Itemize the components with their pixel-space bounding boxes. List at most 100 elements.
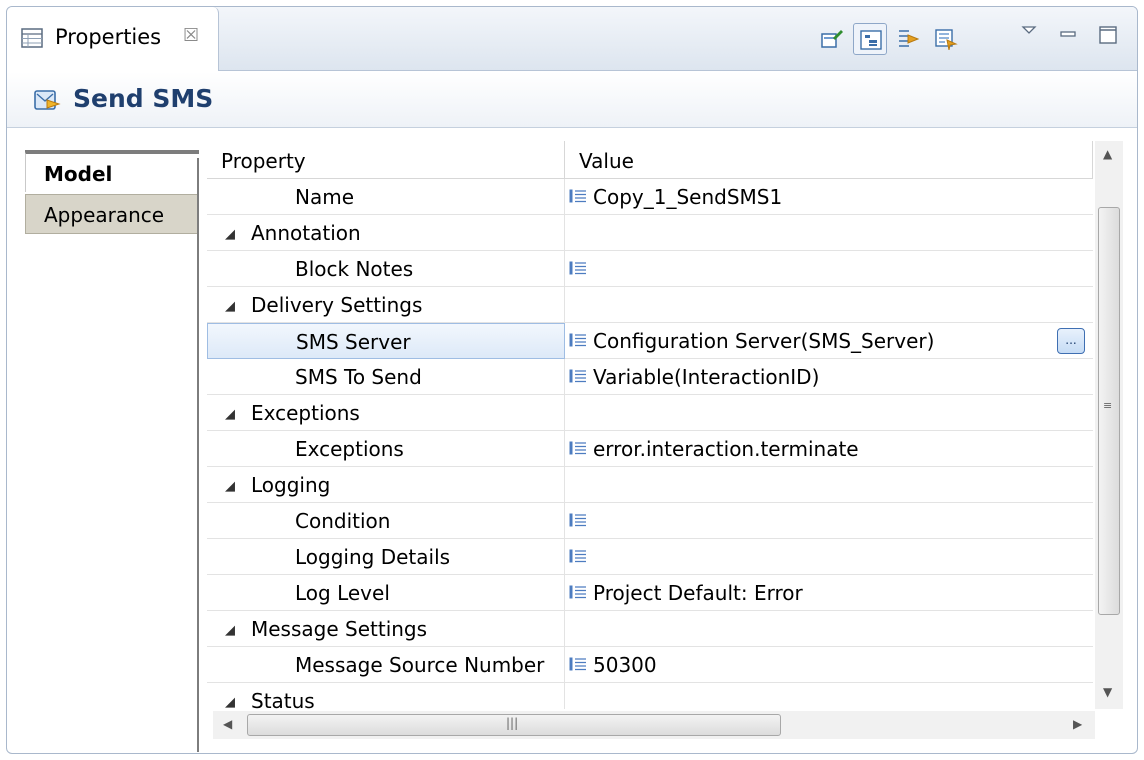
property-value-cell[interactable]: Configuration Server(SMS_Server) (569, 323, 1093, 359)
scroll-down-icon[interactable]: ▼ (1103, 685, 1112, 699)
property-name-cell[interactable]: Log Level (207, 575, 565, 611)
property-value: 50300 (593, 653, 657, 677)
tab-model[interactable]: Model (25, 152, 199, 192)
view-menu-button[interactable] (1015, 19, 1045, 49)
property-value-cell[interactable] (569, 611, 1093, 647)
maximize-button[interactable] (1093, 19, 1123, 49)
property-value-cell[interactable] (569, 539, 1093, 575)
property-value-cell[interactable]: Copy_1_SendSMS1 (569, 179, 1093, 215)
property-label: Log Level (295, 581, 390, 605)
text-value-icon (569, 585, 586, 599)
property-name-cell[interactable]: Logging Details (207, 539, 565, 575)
property-value-cell[interactable]: 50300 (569, 647, 1093, 683)
property-group-row[interactable]: ◢ Logging (207, 467, 1093, 503)
property-name-cell[interactable]: Message Source Number (207, 647, 565, 683)
horizontal-scroll-thumb[interactable]: ||| (247, 714, 781, 736)
property-row[interactable]: Name Copy_1_SendSMS1 (207, 179, 1093, 215)
property-value-cell[interactable] (569, 395, 1093, 431)
tab-appearance[interactable]: Appearance (25, 194, 199, 234)
property-row[interactable]: Log Level Project Default: Error (207, 575, 1093, 611)
property-label: Status (251, 689, 315, 709)
scroll-left-icon[interactable]: ◀ (223, 717, 232, 731)
text-value-icon (569, 261, 586, 275)
pin-edit-button[interactable] (815, 23, 849, 55)
property-value-cell[interactable]: Variable(InteractionID) (569, 359, 1093, 395)
expand-triangle-icon[interactable]: ◢ (225, 227, 241, 242)
properties-table-icon (21, 28, 43, 48)
horizontal-grip-icon: ||| (506, 716, 519, 730)
property-name-cell[interactable]: ◢ Logging (207, 467, 565, 503)
property-label: Exceptions (251, 401, 360, 425)
properties-tab[interactable]: Properties ☒ (7, 7, 219, 71)
property-label: Name (295, 185, 355, 209)
property-group-row[interactable]: ◢ Exceptions (207, 395, 1093, 431)
minimize-button[interactable] (1053, 19, 1083, 49)
property-row[interactable]: SMS Server Configuration Server(SMS_Serve… (207, 323, 1093, 359)
property-name-cell[interactable]: ◢ Delivery Settings (207, 287, 565, 323)
show-advanced-icon (899, 30, 920, 47)
maximize-icon (1099, 26, 1117, 44)
property-value-cell[interactable] (569, 683, 1093, 709)
property-group-row[interactable]: ◢ Annotation (207, 215, 1093, 251)
property-value-cell[interactable] (569, 251, 1093, 287)
column-header-value[interactable]: Value (565, 141, 1093, 179)
minimize-icon (1060, 31, 1076, 37)
property-name-cell[interactable]: ◢ Status (207, 683, 565, 709)
tab-divider (197, 158, 199, 752)
property-name-cell[interactable]: SMS Server (207, 323, 565, 359)
view-tab-bar: Properties ☒ (7, 7, 1137, 71)
property-row[interactable]: Exceptions error.interaction.terminate (207, 431, 1093, 467)
property-row[interactable]: SMS To Send Variable(InteractionID) (207, 359, 1093, 395)
property-value-cell[interactable] (569, 467, 1093, 503)
horizontal-scrollbar[interactable]: ◀ ||| ▶ (213, 711, 1095, 739)
restore-defaults-button[interactable] (929, 23, 963, 55)
property-group-row[interactable]: ◢ Status (207, 683, 1093, 709)
property-name-cell[interactable]: Condition (207, 503, 565, 539)
property-row[interactable]: Condition (207, 503, 1093, 539)
close-icon[interactable]: ☒ (183, 25, 199, 46)
property-row[interactable]: Block Notes (207, 251, 1093, 287)
scroll-right-icon[interactable]: ▶ (1073, 717, 1082, 731)
expand-triangle-icon[interactable]: ◢ (225, 695, 241, 709)
property-name-cell[interactable]: Block Notes (207, 251, 565, 287)
send-sms-block-icon (34, 90, 61, 110)
show-categories-button[interactable] (853, 23, 887, 55)
scroll-up-icon[interactable]: ▲ (1103, 147, 1112, 161)
tab-strip-top (25, 128, 199, 152)
property-group-row[interactable]: ◢ Delivery Settings (207, 287, 1093, 323)
property-value-cell[interactable]: Project Default: Error (569, 575, 1093, 611)
expand-triangle-icon[interactable]: ◢ (225, 407, 241, 422)
browse-button[interactable]: ... (1057, 328, 1085, 354)
property-value: Copy_1_SendSMS1 (593, 185, 783, 209)
text-value-icon (569, 549, 586, 563)
property-label: Message Settings (251, 617, 428, 641)
expand-triangle-icon[interactable]: ◢ (225, 623, 241, 638)
vertical-scrollbar[interactable]: ▲ ≡ ▼ (1095, 141, 1123, 709)
property-value: Configuration Server(SMS_Server) (593, 329, 935, 353)
vertical-grip-icon: ≡ (1103, 399, 1113, 412)
property-name-cell[interactable]: ◢ Exceptions (207, 395, 565, 431)
property-row[interactable]: Logging Details (207, 539, 1093, 575)
property-group-row[interactable]: ◢ Message Settings (207, 611, 1093, 647)
property-name-cell[interactable]: ◢ Annotation (207, 215, 565, 251)
property-value: error.interaction.terminate (593, 437, 859, 461)
column-header-property[interactable]: Property (207, 141, 565, 179)
property-name-cell[interactable]: SMS To Send (207, 359, 565, 395)
property-value-cell[interactable] (569, 215, 1093, 251)
text-value-icon (569, 441, 586, 455)
text-value-icon (569, 369, 586, 383)
expand-triangle-icon[interactable]: ◢ (225, 479, 241, 494)
expand-triangle-icon[interactable]: ◢ (225, 299, 241, 314)
property-label: SMS To Send (295, 365, 422, 389)
property-value-cell[interactable] (569, 503, 1093, 539)
restore-defaults-icon (935, 29, 958, 50)
pin-edit-icon (821, 30, 843, 48)
property-value-cell[interactable]: error.interaction.terminate (569, 431, 1093, 467)
property-value-cell[interactable] (569, 287, 1093, 323)
property-row[interactable]: Message Source Number 50300 (207, 647, 1093, 683)
vertical-scroll-thumb[interactable]: ≡ (1098, 207, 1120, 615)
property-name-cell[interactable]: Name (207, 179, 565, 215)
show-advanced-button[interactable] (891, 23, 925, 55)
property-name-cell[interactable]: Exceptions (207, 431, 565, 467)
property-name-cell[interactable]: ◢ Message Settings (207, 611, 565, 647)
